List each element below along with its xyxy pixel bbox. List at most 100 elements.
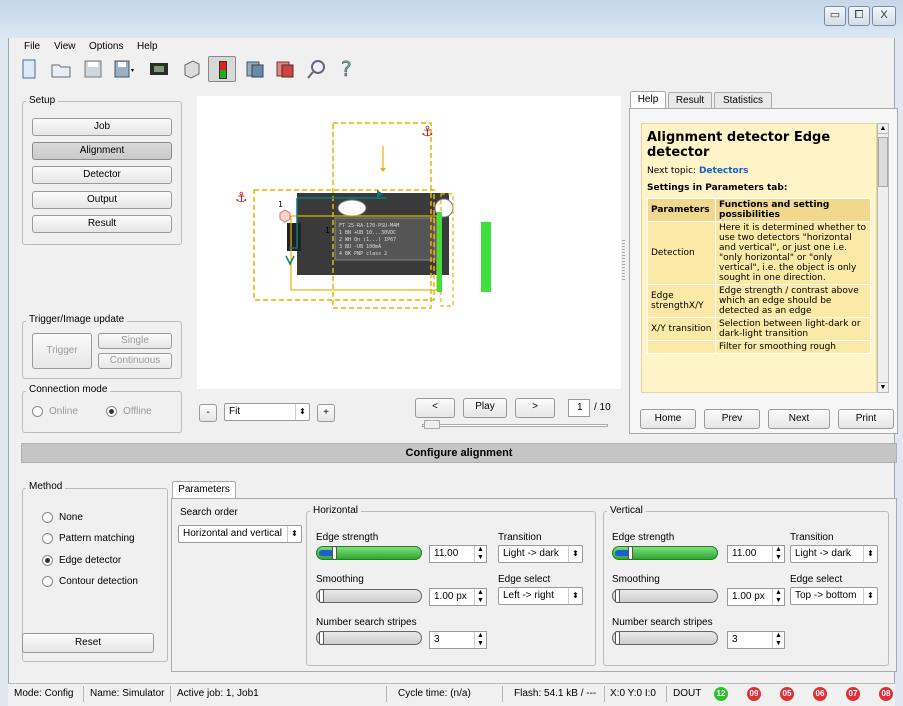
open-icon[interactable] (50, 58, 72, 80)
save-as-icon[interactable] (112, 58, 134, 80)
scroll-down-icon[interactable]: ▼ (878, 382, 888, 392)
slider-thumb[interactable] (628, 546, 633, 560)
menu-options[interactable]: Options (89, 41, 123, 52)
help-table-header: Parameters Functions and setting possibil… (647, 198, 871, 222)
slider-thumb[interactable] (319, 589, 324, 603)
method-none-radio[interactable]: None (42, 512, 83, 523)
frame-slider-handle[interactable] (424, 420, 440, 429)
tab-statistics[interactable]: Statistics (714, 92, 772, 109)
menu-bar: File View Options Help (8, 38, 895, 56)
image-view[interactable]: FT 25-RA-170-PSU-M4M 1 BN +UB 10...30VDC 2… (197, 96, 621, 389)
scroll-up-icon[interactable]: ▲ (878, 124, 888, 134)
method-edge-radio[interactable]: Edge detector (42, 555, 121, 566)
table-cell: Here it is determined whether to use two… (715, 221, 871, 285)
alignment-button[interactable]: Alignment (32, 142, 172, 160)
smoothing-slider[interactable] (316, 589, 422, 603)
transition-select[interactable]: Light -> dark ⬍ (790, 545, 878, 563)
minimize-button[interactable]: ▭ (824, 6, 846, 26)
menu-view[interactable]: View (54, 41, 76, 52)
reference-point-icon (279, 209, 291, 223)
play-button[interactable]: Play (463, 398, 507, 418)
method-contour-radio[interactable]: Contour detection (42, 576, 138, 587)
sensor-icon[interactable] (181, 58, 203, 80)
online-radio[interactable]: Online (32, 406, 78, 417)
film-icon[interactable] (148, 58, 170, 80)
smoothing-input[interactable]: 1.00 px ▲ ▼ (429, 588, 487, 606)
spin-value: 1.00 px (732, 591, 765, 602)
spin-arrows-icon[interactable]: ▲ ▼ (772, 589, 784, 605)
slider-thumb[interactable] (615, 589, 620, 603)
zoom-select[interactable]: Fit ⬍ (224, 403, 310, 421)
spin-arrows-icon[interactable]: ▲ ▼ (474, 632, 486, 648)
online-label: Online (49, 406, 78, 417)
slider-thumb[interactable] (332, 546, 337, 560)
edge-strength-input[interactable]: 11.00 ▲ ▼ (429, 545, 487, 563)
save-icon[interactable] (82, 58, 104, 80)
tab-help[interactable]: Help (630, 91, 666, 109)
spin-arrows-icon[interactable]: ▲ ▼ (772, 632, 784, 648)
smoothing-input[interactable]: 1.00 px ▲ ▼ (727, 588, 785, 606)
vertical-title: Vertical (607, 505, 646, 516)
tab-result[interactable]: Result (668, 92, 712, 109)
transition-select[interactable]: Light -> dark ⬍ (498, 545, 583, 563)
edge-strength-slider[interactable] (316, 546, 422, 560)
layers-red-icon[interactable] (274, 58, 296, 80)
search-icon[interactable] (306, 58, 328, 80)
menu-help[interactable]: Help (137, 41, 158, 52)
reset-button[interactable]: Reset (22, 633, 154, 653)
continuous-button[interactable]: Continuous (98, 353, 172, 369)
spin-arrows-icon[interactable]: ▲ ▼ (474, 589, 486, 605)
splitter-handle[interactable] (622, 240, 625, 280)
next-frame-button[interactable]: > (515, 398, 555, 418)
zoom-out-button[interactable]: - (199, 404, 217, 422)
stripes-slider[interactable] (316, 631, 422, 645)
slider-thumb[interactable] (615, 631, 620, 645)
slider-thumb[interactable] (319, 631, 324, 645)
frame-total: / 10 (594, 402, 611, 413)
method-pattern-radio[interactable]: Pattern matching (42, 533, 135, 544)
job-button[interactable]: Job (32, 118, 172, 136)
single-button[interactable]: Single (98, 333, 172, 349)
trigger-toggle-button[interactable] (208, 56, 236, 82)
detector-button[interactable]: Detector (32, 166, 172, 184)
frame-slider[interactable] (422, 424, 608, 427)
camera-image[interactable]: FT 25-RA-170-PSU-M4M1 BN +UB 10...30VDC2… (197, 96, 621, 389)
layers-icon[interactable] (244, 58, 266, 80)
sensor-label-text: FT 25-RA-170-PSU-M4M (339, 223, 399, 229)
edge-select-select[interactable]: Left -> right ⬍ (498, 587, 583, 605)
smoothing-slider[interactable] (612, 589, 718, 603)
offline-radio[interactable]: Offline (106, 406, 152, 417)
spin-arrows-icon[interactable]: ▲ ▼ (474, 546, 486, 562)
edge-select-select[interactable]: Top -> bottom ⬍ (790, 587, 878, 605)
menu-file[interactable]: File (24, 41, 40, 52)
tab-parameters[interactable]: Parameters (172, 481, 236, 499)
scrollbar-thumb[interactable] (878, 137, 888, 187)
help-print-button[interactable]: Print (838, 409, 894, 429)
help-next-button[interactable]: Next (768, 409, 830, 429)
radio-indicator (42, 512, 53, 523)
transition-value: Light -> dark (795, 548, 851, 559)
maximize-button[interactable]: ⧠ (848, 6, 870, 26)
help-home-button[interactable]: Home (640, 409, 696, 429)
stripes-input[interactable]: 3 ▲ ▼ (429, 631, 487, 649)
divider (386, 686, 387, 702)
zoom-in-button[interactable]: + (317, 404, 335, 422)
trigger-button[interactable]: Trigger (32, 333, 92, 369)
stripes-input[interactable]: 3 ▲ ▼ (727, 631, 785, 649)
close-button[interactable]: X (872, 6, 896, 26)
divider (83, 686, 84, 702)
edge-strength-input[interactable]: 11.00 ▲ ▼ (727, 545, 785, 563)
next-topic-link[interactable]: Detectors (699, 166, 749, 176)
edge-strength-slider[interactable] (612, 546, 718, 560)
result-button[interactable]: Result (32, 215, 172, 233)
output-button[interactable]: Output (32, 191, 172, 209)
help-icon[interactable]: ? (336, 58, 358, 80)
edge-profile-bar (481, 222, 491, 292)
search-order-select[interactable]: Horizontal and vertical ⬍ (178, 525, 302, 543)
prev-frame-button[interactable]: < (415, 398, 455, 418)
frame-number-input[interactable]: 1 (568, 399, 590, 417)
spin-arrows-icon[interactable]: ▲ ▼ (772, 546, 784, 562)
new-job-icon[interactable] (18, 58, 40, 80)
help-prev-button[interactable]: Prev (704, 409, 760, 429)
stripes-slider[interactable] (612, 631, 718, 645)
